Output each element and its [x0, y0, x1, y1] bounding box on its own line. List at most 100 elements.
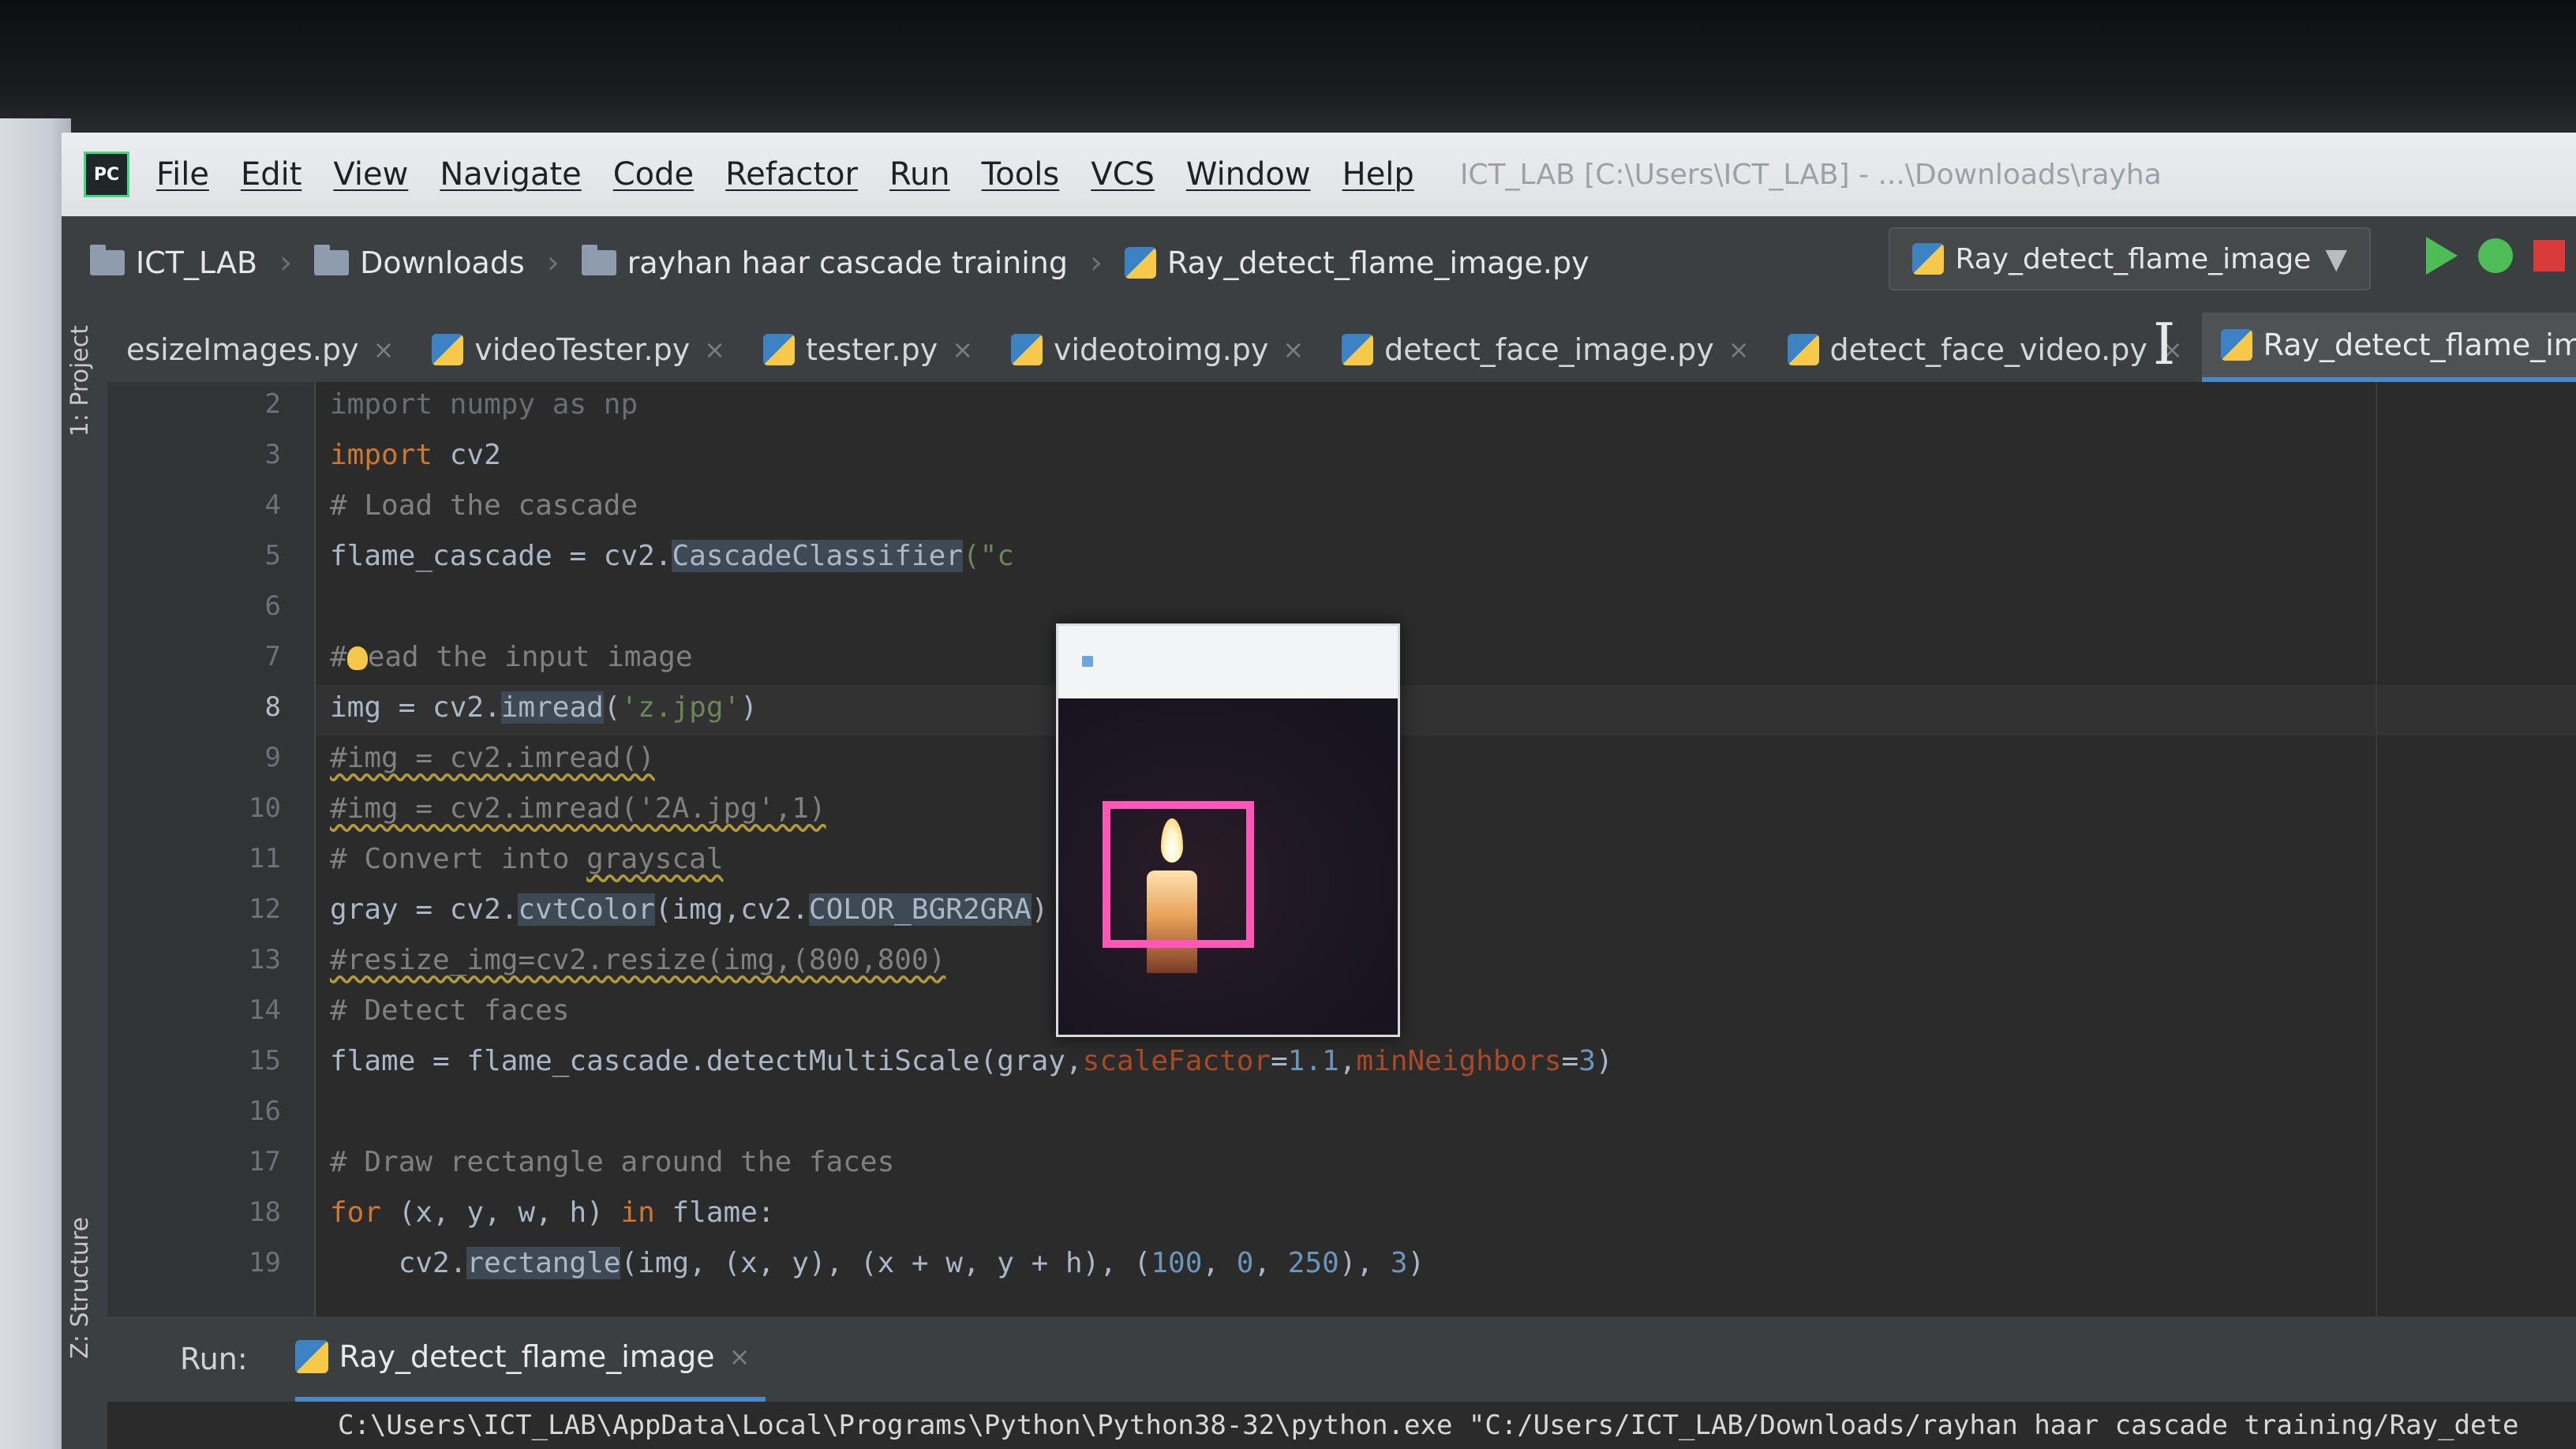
code-token: 0	[1236, 1247, 1254, 1279]
image-preview-window[interactable]	[1056, 623, 1400, 1037]
code-token: import	[330, 439, 433, 471]
close-icon[interactable]: ×	[952, 335, 973, 365]
code-token: )	[1595, 1045, 1613, 1077]
menu-run[interactable]: Run	[889, 156, 950, 193]
run-icon[interactable]	[2426, 237, 2458, 275]
line-number: 14	[249, 994, 281, 1026]
pycharm-logo-icon: PC	[84, 152, 129, 197]
folder-icon	[314, 245, 350, 275]
tab-label: Ray_detect_flame_image.py	[2263, 328, 2576, 362]
stop-icon[interactable]	[2533, 240, 2565, 271]
close-icon[interactable]: ×	[373, 335, 395, 365]
tab-resize-images[interactable]: esizeImages.py ×	[107, 317, 413, 382]
menu-vcs[interactable]: VCS	[1091, 156, 1155, 193]
code-token: imread	[500, 691, 604, 724]
tab-tester[interactable]: tester.py ×	[744, 317, 992, 382]
line-number: 19	[249, 1247, 281, 1279]
code-line: flame = flame_cascade.detectMultiScale(g…	[330, 1045, 1613, 1077]
background-desktop	[0, 118, 71, 1449]
menu-code[interactable]: Code	[613, 156, 694, 193]
right-margin-guide	[2376, 382, 2377, 1316]
code-token: img = cv2.	[330, 691, 501, 724]
code-token: (img, (x, y), (x + w, y + h), (	[620, 1247, 1151, 1279]
code-token: )	[740, 691, 758, 724]
close-icon[interactable]: ×	[704, 335, 725, 365]
left-tool-strip: 1: Project Z: Structure	[62, 309, 107, 1449]
code-token: # Convert into	[330, 843, 587, 875]
window-title: ICT_LAB [C:\Users\ICT_LAB] - ...\Downloa…	[1459, 158, 2162, 191]
line-number: 6	[264, 590, 281, 622]
line-number: 13	[249, 944, 281, 975]
code-line: for (x, y, w, h) in flame:	[330, 1196, 775, 1229]
console-output[interactable]: C:\Users\ICT_LAB\AppData\Local\Programs\…	[107, 1402, 2576, 1449]
code-token: CascadeClassifier	[672, 540, 963, 572]
image-window-titlebar[interactable]	[1058, 626, 1398, 698]
line-number: 5	[264, 540, 281, 571]
lightbulb-icon[interactable]	[346, 646, 368, 670]
code-token: flame_cascade = cv2.	[330, 540, 672, 572]
python-file-icon	[1125, 247, 1156, 279]
menu-navigate[interactable]: Navigate	[440, 156, 581, 193]
code-token: ,	[1253, 1247, 1288, 1279]
menu-window[interactable]: Window	[1186, 156, 1311, 193]
breadcrumb-folder[interactable]: rayhan haar cascade training	[581, 245, 1068, 280]
tab-videotoimg[interactable]: videotoimg.py ×	[992, 317, 1323, 382]
python-file-icon	[294, 1340, 328, 1373]
python-file-icon	[2220, 329, 2252, 361]
python-file-icon	[1787, 334, 1819, 365]
code-line: #img = cv2.imread()	[330, 742, 655, 774]
code-line: #img = cv2.imread('2A.jpg',1)	[330, 792, 826, 825]
menu-view[interactable]: View	[333, 156, 408, 193]
code-token: cv2	[432, 439, 501, 471]
python-file-icon	[1912, 243, 1945, 275]
breadcrumb-project[interactable]: ICT_LAB	[90, 245, 257, 280]
code-line: # ead the input image	[330, 641, 693, 673]
tab-ray-detect-flame-image[interactable]: Ray_detect_flame_image.py ×	[2201, 313, 2576, 382]
code-token: flame = flame_cascade.detectMultiScale(g…	[330, 1045, 1083, 1077]
run-configuration-select[interactable]: Ray_detect_flame_image ▼	[1889, 227, 2371, 290]
breadcrumb-downloads[interactable]: Downloads	[314, 245, 525, 280]
code-token: COLOR_BGR2GRA	[808, 893, 1032, 926]
line-number: 16	[249, 1095, 281, 1127]
line-number: 10	[249, 792, 281, 824]
project-tool-tab[interactable]: 1: Project	[66, 325, 94, 436]
line-number: 8	[264, 691, 281, 723]
breadcrumb-file[interactable]: Ray_detect_flame_image.py	[1125, 245, 1589, 280]
run-configuration-label: Ray_detect_flame_image	[1955, 242, 2312, 275]
tab-video-tester[interactable]: videoTester.py ×	[413, 317, 744, 382]
close-icon[interactable]: ×	[729, 1342, 751, 1372]
detection-rectangle	[1103, 801, 1254, 948]
close-icon[interactable]: ×	[1728, 335, 1750, 365]
code-editor[interactable]: import numpy as np import cv2 # Load the…	[316, 382, 2576, 1316]
breadcrumb-separator: ›	[546, 245, 560, 281]
breadcrumb-label: Ray_detect_flame_image.py	[1167, 245, 1589, 280]
code-token: 1.1	[1287, 1045, 1339, 1077]
menu-file[interactable]: File	[156, 156, 209, 193]
monitor-bezel	[0, 0, 2576, 134]
code-token: (	[603, 691, 621, 724]
code-token: rectangle	[466, 1247, 621, 1279]
code-token: ,	[1339, 1045, 1357, 1077]
breadcrumb-label: ICT_LAB	[136, 245, 258, 280]
menu-edit[interactable]: Edit	[241, 156, 301, 193]
code-line: cv2.rectangle(img, (x, y), (x + w, y + h…	[330, 1247, 1425, 1279]
tab-label: esizeImages.py	[126, 332, 359, 367]
tab-detect-face-image[interactable]: detect_face_image.py ×	[1323, 317, 1768, 382]
structure-tool-tab[interactable]: Z: Structure	[66, 1217, 94, 1359]
menu-bar: PC File Edit View Navigate Code Refactor…	[62, 133, 2576, 216]
menu-help[interactable]: Help	[1342, 156, 1414, 193]
close-icon[interactable]: ×	[1282, 335, 1304, 365]
menu-tools[interactable]: Tools	[982, 156, 1060, 193]
menu-refactor[interactable]: Refactor	[725, 156, 858, 193]
run-tab-ray-detect-flame-image[interactable]: Ray_detect_flame_image ×	[294, 1316, 766, 1402]
code-token: 'z.jpg'	[620, 691, 741, 724]
code-token: (x, y, w, h)	[381, 1196, 621, 1229]
tab-label: videoTester.py	[474, 332, 691, 367]
debug-icon[interactable]	[2478, 238, 2513, 273]
line-number-gutter: 2 3 4 5 6 7 8 9 10 11 12 13 14 15 16 17 …	[107, 382, 316, 1316]
line-number: 12	[249, 893, 281, 925]
code-token: scaleFactor	[1082, 1045, 1271, 1077]
python-file-icon	[1011, 334, 1043, 365]
code-token: ("c	[962, 540, 1014, 572]
tab-detect-face-video[interactable]: detect_face_video.py ×	[1769, 317, 2202, 382]
